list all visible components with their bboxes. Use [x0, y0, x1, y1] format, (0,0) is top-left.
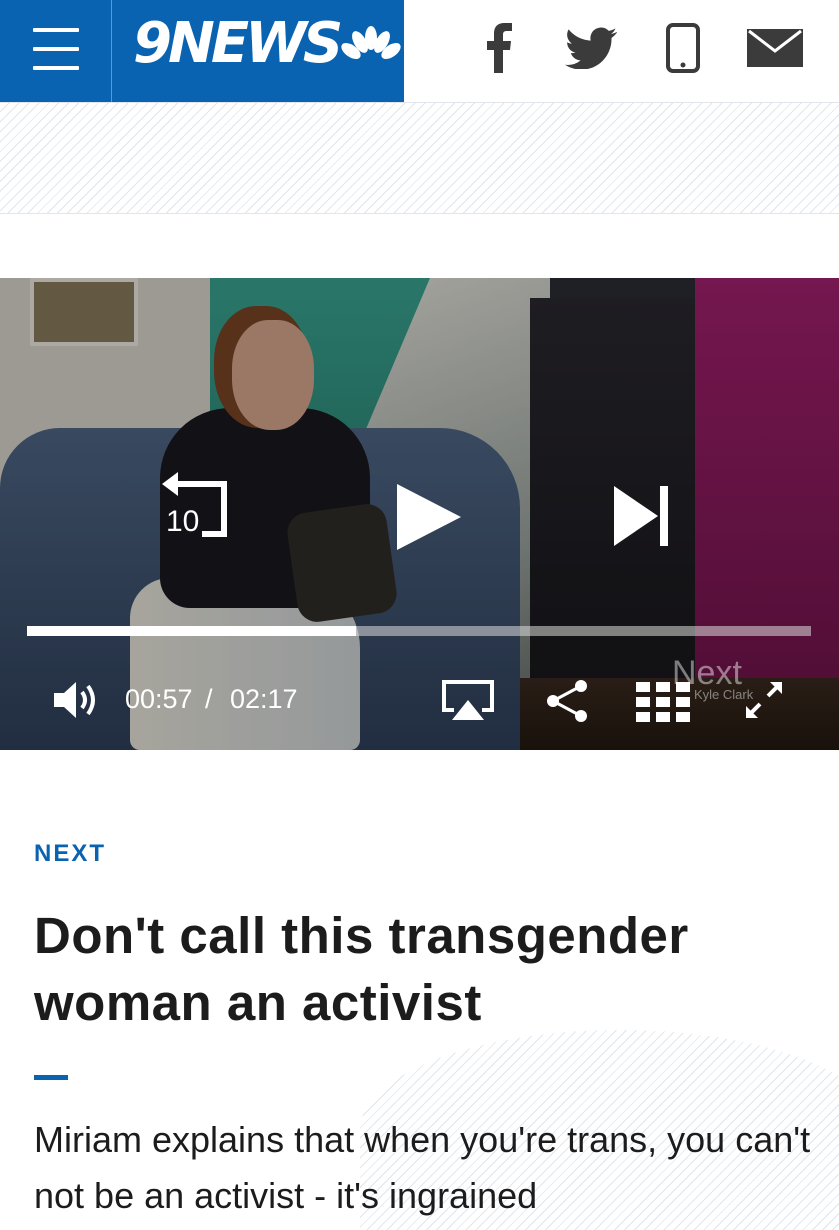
- fullscreen-icon[interactable]: [744, 680, 784, 720]
- hamburger-icon: [33, 28, 79, 32]
- next-video-icon[interactable]: [612, 484, 672, 548]
- social-share-bar: [471, 20, 803, 76]
- duration: 02:17: [230, 684, 298, 714]
- mail-icon[interactable]: [747, 20, 803, 76]
- facebook-icon[interactable]: [471, 20, 527, 76]
- volume-icon[interactable]: [52, 680, 102, 720]
- channel-watermark: Next Kyle Clark: [672, 656, 753, 701]
- hamburger-icon: [33, 66, 79, 70]
- current-time: 00:57: [125, 684, 193, 714]
- share-icon[interactable]: [545, 678, 589, 724]
- headline-divider: [34, 1075, 68, 1080]
- airplay-icon[interactable]: [442, 680, 494, 722]
- menu-button[interactable]: [0, 0, 112, 102]
- peacock-icon: [341, 26, 401, 59]
- mobile-icon[interactable]: [655, 20, 711, 76]
- hamburger-icon: [33, 47, 79, 51]
- video-progress-fill: [27, 626, 357, 636]
- site-logo[interactable]: 9NEWS: [133, 14, 405, 74]
- twitter-icon[interactable]: [563, 20, 619, 76]
- video-progress-bar[interactable]: [27, 626, 811, 636]
- logo-text: 9NEWS: [133, 11, 343, 76]
- brand-bar: 9NEWS: [0, 0, 404, 102]
- ad-placeholder: [0, 102, 839, 214]
- rewind-seconds-label: 10: [166, 505, 200, 538]
- article-headline: Don't call this transgender woman an act…: [34, 907, 689, 1031]
- play-icon[interactable]: [393, 482, 463, 552]
- section-kicker[interactable]: NEXT: [34, 840, 106, 868]
- site-header: 9NEWS: [0, 0, 839, 102]
- article-summary: Miriam explains that when you're trans, …: [34, 1119, 811, 1216]
- time-separator: /: [205, 684, 213, 714]
